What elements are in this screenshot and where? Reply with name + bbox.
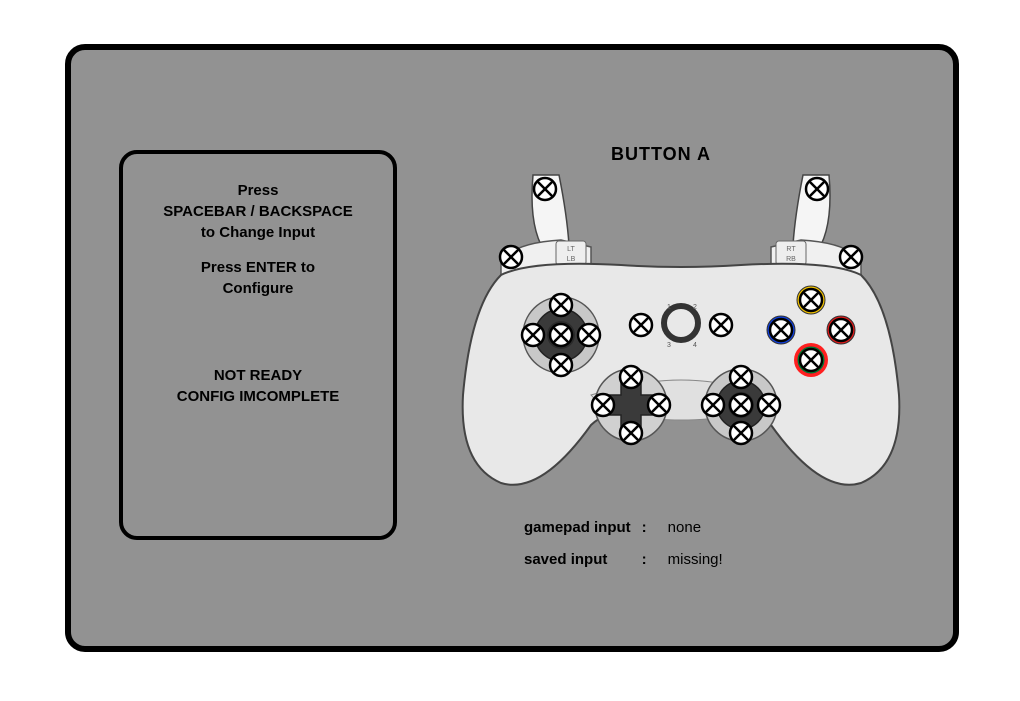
instruction-line: Press ENTER to [123,259,393,276]
config-frame: Press SPACEBAR / BACKSPACE to Change Inp… [65,44,959,652]
controller-diagram: LT LB RT RB [441,165,921,495]
instruction-line: SPACEBAR / BACKSPACE [123,203,393,220]
instruction-line: Press [123,182,393,199]
input-info: gamepad input : none saved input : missi… [521,510,726,576]
center-number: 3 [667,342,671,349]
saved-input-label: saved input [524,551,607,568]
gamepad-input-value: none [668,519,701,536]
rb-label: RB [786,256,796,263]
current-button-title: BUTTON A [611,144,711,165]
center-number: 2 [693,304,697,311]
instruction-panel: Press SPACEBAR / BACKSPACE to Change Inp… [119,150,397,540]
controller-body-icon [463,264,900,485]
saved-input-value: missing! [668,551,723,568]
status-line: NOT READY [123,367,393,384]
gamepad-input-label: gamepad input [524,519,631,536]
instruction-line: to Change Input [123,224,393,241]
lt-label: LT [567,246,575,253]
instruction-line: Configure [123,280,393,297]
center-number: 4 [693,342,697,349]
status-line: CONFIG IMCOMPLETE [123,388,393,405]
rt-label: RT [786,246,796,253]
lb-label: LB [567,256,576,263]
center-number: 1 [667,304,671,311]
